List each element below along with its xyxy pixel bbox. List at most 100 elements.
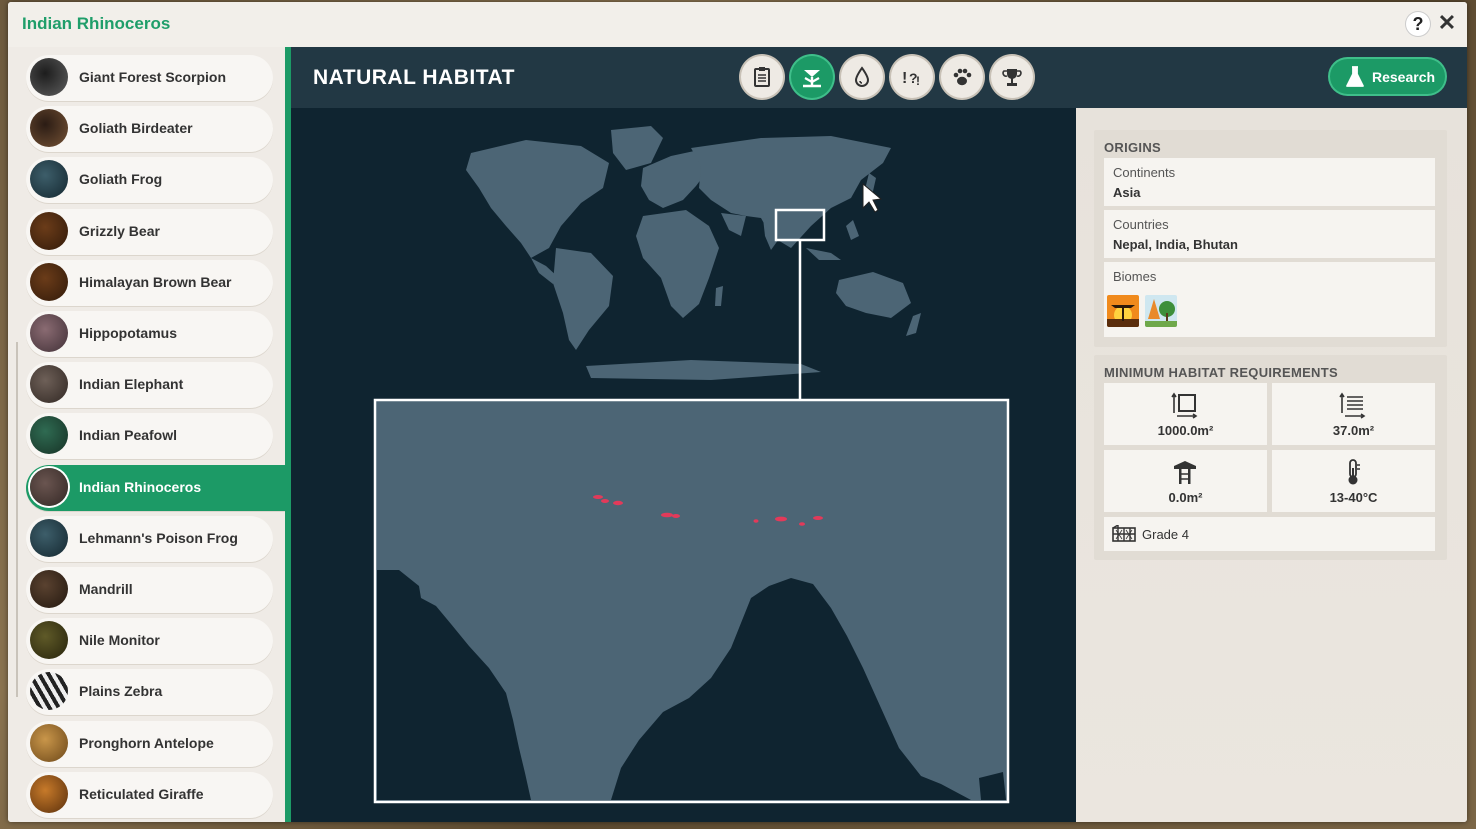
requirements-card: MINIMUM HABITAT REQUIREMENTS 1000.0m² 37…: [1094, 355, 1447, 560]
requirements-title: MINIMUM HABITAT REQUIREMENTS: [1104, 365, 1338, 380]
spider-icon: [30, 109, 68, 148]
giraffe-icon: [30, 774, 68, 813]
bear-icon: [30, 211, 68, 250]
sidebar-item-reticulated-giraffe[interactable]: Reticulated Giraffe: [26, 771, 273, 818]
tab-info[interactable]: [741, 56, 783, 98]
habitat-map: [291, 108, 1076, 822]
countries-label: Countries: [1113, 217, 1169, 232]
animal-info-window: Indian Rhinoceros ? ✕ Giant Forest Scorp…: [8, 2, 1467, 822]
continents-label: Continents: [1113, 165, 1176, 180]
fence-grade-req: Grade 4: [1104, 517, 1435, 551]
svg-text:!: !: [902, 70, 907, 87]
window-title: Indian Rhinoceros: [22, 14, 171, 33]
countries-field: Countries Nepal, India, Bhutan: [1104, 210, 1435, 258]
scorpion-icon: [30, 58, 68, 96]
land-area-value: 1000.0m²: [1157, 423, 1214, 438]
section-header: NATURAL HABITAT ! ? ! Research: [291, 47, 1467, 108]
tab-achievements[interactable]: [991, 56, 1033, 98]
sidebar-item-label: Lehmann's Poison Frog: [79, 529, 238, 546]
sidebar-item-label: Grizzly Bear: [79, 222, 160, 239]
antelope-icon: [30, 723, 68, 762]
temperature-req: 13-40°C: [1272, 450, 1435, 512]
sidebar-item-label: Goliath Frog: [79, 171, 163, 188]
tab-behaviour[interactable]: ! ? !: [891, 56, 933, 98]
savanna-biome-icon[interactable]: [1107, 295, 1139, 327]
title-bar: Indian Rhinoceros ? ✕: [8, 2, 1467, 47]
origins-title: ORIGINS: [1104, 140, 1161, 155]
biomes-field: Biomes: [1104, 262, 1435, 337]
research-label: Research: [1372, 69, 1436, 85]
sidebar-item-indian-peafowl[interactable]: Indian Peafowl: [26, 413, 273, 460]
world-map: [373, 126, 1010, 804]
hippo-icon: [30, 314, 68, 352]
sidebar-item-label: Reticulated Giraffe: [79, 785, 204, 802]
sidebar-item-plains-zebra[interactable]: Plains Zebra: [26, 669, 273, 716]
habitat-icon: [803, 70, 821, 88]
temperate-forest-biome-icon[interactable]: [1145, 295, 1177, 327]
close-button[interactable]: ✕: [1436, 10, 1458, 36]
clipboard-icon: [754, 67, 770, 87]
elephant-icon: [30, 365, 68, 404]
peafowl-icon: [30, 416, 68, 455]
sidebar-item-label: Indian Rhinoceros: [79, 478, 202, 495]
frog-icon: [30, 160, 68, 199]
climbing-icon: [1174, 461, 1196, 484]
sidebar-item-nile-monitor[interactable]: Nile Monitor: [26, 618, 273, 665]
info-panel: ORIGINS Continents Asia Countries Nepal,…: [1076, 108, 1467, 822]
frog-icon: [30, 518, 68, 557]
fence-grade-value: Grade 4: [1142, 527, 1189, 542]
world-landmasses: [466, 126, 921, 380]
sidebar-item-giant-forest-scorpion[interactable]: Giant Forest Scorpion: [26, 55, 273, 101]
bear-icon: [30, 262, 68, 301]
origins-card: ORIGINS Continents Asia Countries Nepal,…: [1094, 130, 1447, 347]
help-button[interactable]: ?: [1406, 12, 1430, 36]
sidebar-item-hippopotamus[interactable]: Hippopotamus: [26, 311, 273, 357]
sidebar-item-label: Goliath Birdeater: [79, 120, 193, 137]
sidebar-item-label: Himalayan Brown Bear: [79, 273, 232, 290]
climbing-area-value: 0.0m²: [1168, 490, 1203, 505]
sidebar-item-label: Mandrill: [79, 581, 133, 597]
sidebar-item-indian-elephant[interactable]: Indian Elephant: [26, 362, 273, 409]
climbing-area-req: 0.0m²: [1104, 450, 1267, 512]
sidebar-item-label: Indian Elephant: [79, 376, 184, 393]
research-button[interactable]: Research: [1330, 59, 1445, 94]
tab-enrichment[interactable]: [941, 56, 983, 98]
countries-value: Nepal, India, Bhutan: [1113, 237, 1238, 252]
land-area-icon: [1171, 392, 1198, 419]
flask-icon: [1346, 66, 1364, 87]
sidebar-item-grizzly-bear[interactable]: Grizzly Bear: [26, 208, 273, 255]
sidebar-item-goliath-frog[interactable]: Goliath Frog: [26, 157, 273, 204]
sidebar-item-label: Giant Forest Scorpion: [79, 69, 227, 85]
sidebar-item-himalayan-brown-bear[interactable]: Himalayan Brown Bear: [26, 259, 273, 306]
thermometer-icon: [1348, 459, 1360, 485]
water-area-icon: [1339, 392, 1366, 419]
sidebar-item-label: Nile Monitor: [79, 632, 160, 649]
page-title: NATURAL HABITAT: [313, 66, 515, 89]
svg-text:!: !: [916, 74, 920, 88]
list-scrollbar[interactable]: [16, 342, 18, 697]
sidebar-item-pronghorn-antelope[interactable]: Pronghorn Antelope: [26, 720, 273, 767]
continents-field: Continents Asia: [1104, 158, 1435, 206]
continents-value: Asia: [1113, 185, 1141, 200]
sidebar-item-indian-rhinoceros[interactable]: Indian Rhinoceros: [26, 464, 285, 511]
water-area-req: 37.0m²: [1272, 383, 1435, 445]
rhino-icon: [30, 467, 68, 506]
species-list[interactable]: Giant Forest Scorpion Goliath Birdeater Go…: [8, 47, 285, 822]
water-area-value: 37.0m²: [1332, 423, 1375, 438]
lizard-icon: [30, 621, 68, 660]
sidebar-item-label: Plains Zebra: [79, 683, 163, 700]
temperature-value: 13-40°C: [1329, 490, 1378, 505]
water-drop-icon: [854, 66, 870, 87]
trophy-icon: [1002, 69, 1022, 86]
sidebar-item-label: Pronghorn Antelope: [79, 734, 214, 751]
tab-water[interactable]: [841, 56, 883, 98]
paw-icon: [953, 68, 972, 86]
sidebar-item-lehmann-s-poison-frog[interactable]: Lehmann's Poison Frog: [26, 515, 273, 562]
biomes-label: Biomes: [1113, 269, 1157, 284]
sidebar-item-goliath-birdeater[interactable]: Goliath Birdeater: [26, 106, 273, 153]
mandrill-icon: [30, 570, 68, 608]
tab-habitat[interactable]: [791, 56, 833, 98]
behaviour-icon: ! ? !: [902, 70, 920, 88]
sidebar-item-label: Hippopotamus: [79, 325, 177, 341]
sidebar-item-mandrill[interactable]: Mandrill: [26, 567, 273, 613]
